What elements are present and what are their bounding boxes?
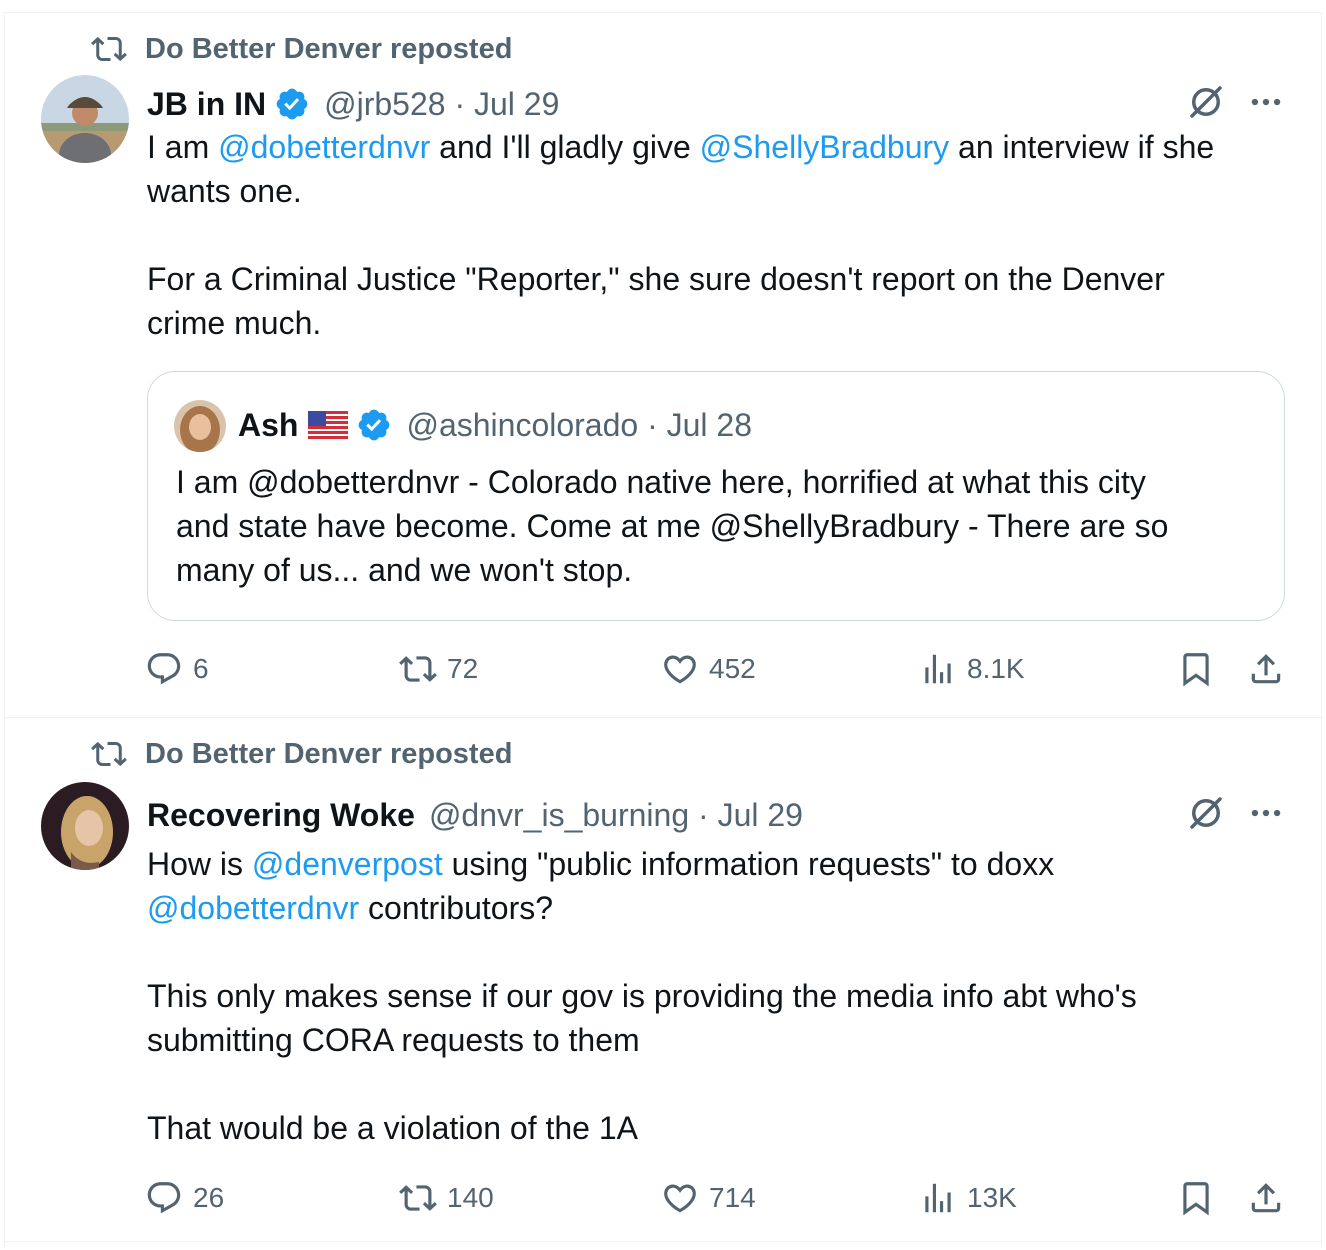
verified-badge-icon[interactable] bbox=[274, 86, 310, 122]
repost-count: 140 bbox=[447, 1182, 494, 1213]
repost-indicator[interactable]: Do Better Denver reposted bbox=[91, 736, 512, 772]
repost-icon bbox=[91, 736, 127, 772]
tweet-header: JB in IN @jrb528 · Jul 29 bbox=[147, 81, 559, 127]
reply-count: 26 bbox=[193, 1182, 225, 1213]
repost-icon bbox=[399, 650, 437, 688]
reply-button[interactable]: 26 bbox=[145, 1176, 224, 1220]
bookmark-icon[interactable] bbox=[1177, 650, 1215, 688]
action-bar: 26 140 714 13K bbox=[5, 1176, 1323, 1220]
us-flag-icon bbox=[308, 411, 349, 439]
like-button[interactable]: 714 bbox=[661, 1176, 756, 1220]
avatar[interactable] bbox=[41, 782, 129, 870]
quoted-tweet[interactable]: Ash @ashincolorado · Jul 28 I am @dobett… bbox=[147, 371, 1285, 621]
avatar-photo bbox=[41, 75, 129, 163]
author-handle-date[interactable]: @jrb528 · Jul 29 bbox=[324, 86, 559, 123]
tweet[interactable]: Do Better Denver reposted Recovering Wok… bbox=[5, 718, 1323, 1242]
repost-count: 72 bbox=[447, 653, 479, 684]
like-count: 452 bbox=[709, 653, 756, 684]
repost-label[interactable]: Do Better Denver reposted bbox=[145, 33, 512, 66]
tweet[interactable]: Do Better Denver reposted JB in IN @jrb5… bbox=[5, 13, 1323, 718]
timeline: Do Better Denver reposted JB in IN @jrb5… bbox=[4, 12, 1323, 1248]
share-icon[interactable] bbox=[1247, 1179, 1285, 1217]
verified-badge-icon[interactable] bbox=[356, 407, 392, 443]
quote-author-name[interactable]: Ash bbox=[238, 407, 298, 444]
views-icon bbox=[919, 1179, 957, 1217]
mention-link[interactable]: @dobetterdnvr bbox=[147, 890, 359, 926]
repost-icon bbox=[91, 31, 127, 67]
like-icon bbox=[661, 650, 699, 688]
author-handle-date[interactable]: @dnvr_is_burning · Jul 29 bbox=[429, 797, 803, 834]
bookmark-icon[interactable] bbox=[1177, 1179, 1215, 1217]
views-button[interactable]: 13K bbox=[919, 1176, 1017, 1220]
more-icon[interactable] bbox=[1247, 794, 1285, 832]
mention-link[interactable]: @ShellyBradbury bbox=[700, 129, 949, 165]
tweet-header: Recovering Woke @dnvr_is_burning · Jul 2… bbox=[147, 792, 803, 838]
views-icon bbox=[919, 650, 957, 688]
tweet-text: I am @dobetterdnvr and I'll gladly give … bbox=[147, 129, 1215, 341]
reply-button[interactable]: 6 bbox=[145, 647, 209, 691]
reply-icon bbox=[145, 650, 183, 688]
grok-icon[interactable] bbox=[1185, 792, 1227, 834]
share-icon[interactable] bbox=[1247, 650, 1285, 688]
quote-author-handle-date[interactable]: @ashincolorado · Jul 28 bbox=[406, 407, 752, 444]
quote-avatar-photo bbox=[174, 400, 226, 452]
repost-button[interactable]: 140 bbox=[399, 1176, 494, 1220]
author-name[interactable]: JB in IN bbox=[147, 86, 266, 123]
quote-text: I am @dobetterdnvr - Colorado native her… bbox=[176, 464, 1169, 588]
like-icon bbox=[661, 1179, 699, 1217]
author-name[interactable]: Recovering Woke bbox=[147, 797, 415, 834]
quote-header: Ash @ashincolorado · Jul 28 bbox=[238, 402, 752, 448]
like-button[interactable]: 452 bbox=[661, 647, 756, 691]
action-bar: 6 72 452 8.1K bbox=[5, 647, 1323, 691]
reply-icon bbox=[145, 1179, 183, 1217]
avatar[interactable] bbox=[41, 75, 129, 163]
mention-link[interactable]: @dobetterdnvr bbox=[218, 129, 430, 165]
views-count: 13K bbox=[967, 1182, 1017, 1213]
mention-link[interactable]: @denverpost bbox=[252, 846, 443, 882]
grok-icon[interactable] bbox=[1185, 81, 1227, 123]
views-count: 8.1K bbox=[967, 653, 1025, 684]
repost-indicator[interactable]: Do Better Denver reposted bbox=[91, 31, 512, 67]
like-count: 714 bbox=[709, 1182, 756, 1213]
repost-icon bbox=[399, 1179, 437, 1217]
quote-avatar[interactable] bbox=[174, 400, 226, 452]
avatar-photo bbox=[41, 782, 129, 870]
repost-button[interactable]: 72 bbox=[399, 647, 478, 691]
tweet-text: How is @denverpost using "public informa… bbox=[147, 846, 1137, 1146]
more-icon[interactable] bbox=[1247, 83, 1285, 121]
reply-count: 6 bbox=[193, 653, 209, 684]
repost-label[interactable]: Do Better Denver reposted bbox=[145, 738, 512, 771]
views-button[interactable]: 8.1K bbox=[919, 647, 1025, 691]
